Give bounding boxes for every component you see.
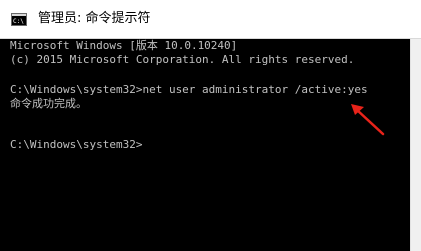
red-arrow-icon xyxy=(351,104,385,136)
console-line-version: Microsoft Windows [版本 10.0.10240] xyxy=(10,39,238,52)
console-line-prompt: C:\Windows\system32> xyxy=(10,138,143,151)
svg-text:C:\: C:\ xyxy=(13,18,24,25)
console-line-command: C:\Windows\system32>net user administrat… xyxy=(10,83,368,96)
vertical-scrollbar[interactable] xyxy=(410,39,421,251)
title-bar[interactable]: C:\ 管理员: 命令提示符 xyxy=(0,0,421,39)
command-prompt-window: C:\ 管理员: 命令提示符 Microsoft Windows [版本 10.… xyxy=(0,0,421,251)
console-line-result: 命令成功完成。 xyxy=(10,97,87,110)
cmd-icon: C:\ xyxy=(11,13,27,26)
window-title: 管理员: 命令提示符 xyxy=(38,11,151,26)
console-line-copyright: (c) 2015 Microsoft Corporation. All righ… xyxy=(10,53,355,66)
console-output[interactable]: Microsoft Windows [版本 10.0.10240] (c) 20… xyxy=(0,39,410,251)
